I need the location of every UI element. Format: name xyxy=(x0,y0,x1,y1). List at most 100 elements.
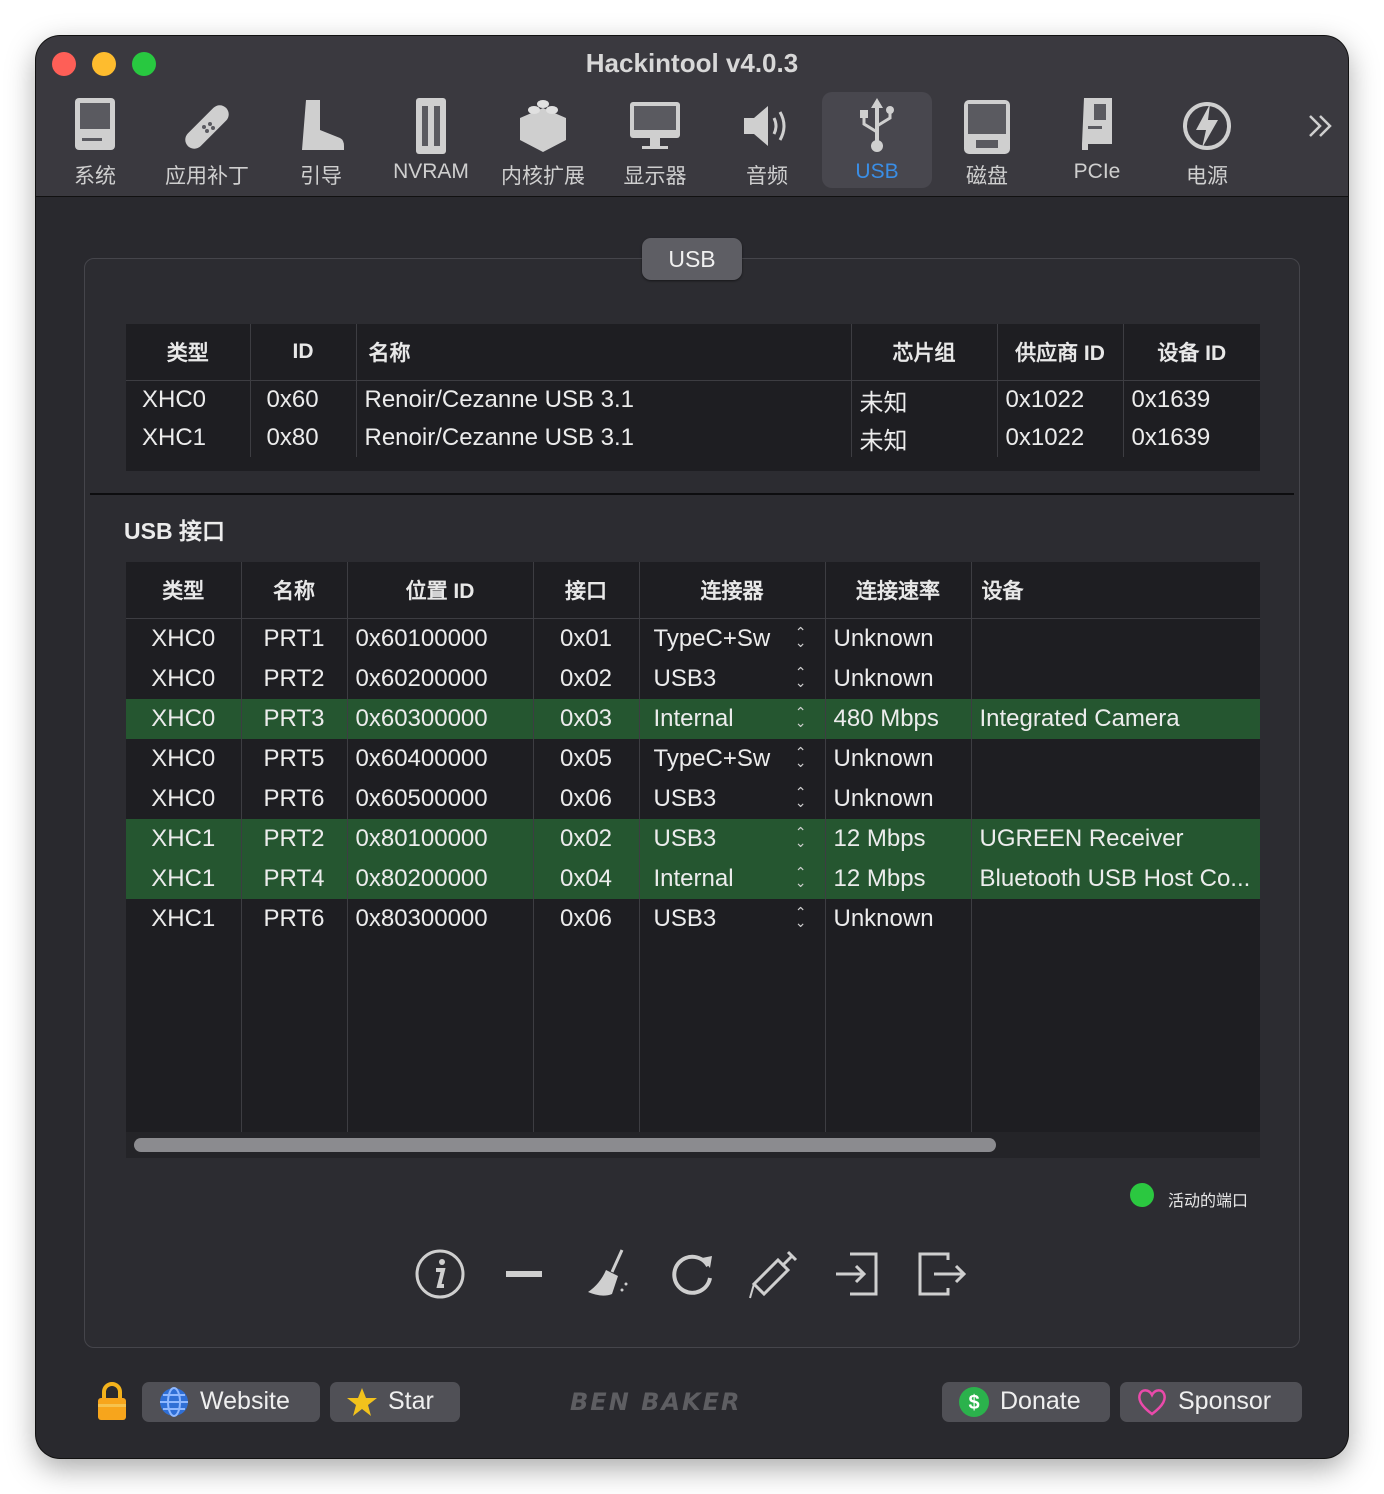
lock-icon[interactable] xyxy=(96,1380,128,1422)
table-row[interactable]: XHC0 0x60 Renoir/Cezanne USB 3.1 未知 0x10… xyxy=(126,380,1260,419)
connector-select[interactable]: USB3 ⌃ ⌄ xyxy=(638,779,825,819)
table-cell: XHC0 xyxy=(151,625,216,652)
table-row[interactable]: XHC1 0x80 Renoir/Cezanne USB 3.1 未知 0x10… xyxy=(126,419,1260,457)
website-button[interactable]: Website xyxy=(142,1382,320,1422)
table-cell: 12 Mbps xyxy=(824,819,971,859)
column-header[interactable]: 连接速率 xyxy=(824,562,971,619)
monitor-icon xyxy=(630,102,680,149)
connector-select[interactable]: USB3 ⌃ ⌄ xyxy=(638,659,825,699)
chevron-updown-icon: ⌃ ⌄ xyxy=(794,784,807,810)
syringe-icon[interactable] xyxy=(748,1248,800,1300)
table-row[interactable]: XHC0 PRT3 0x60300000 0x03 Internal ⌃ ⌄ 480 Mbps… xyxy=(126,699,1260,739)
chevron-updown-icon: ⌃ ⌄ xyxy=(794,704,807,730)
ports-table-container[interactable]: 类型 名称 位置 ID 接口 连接器 连接速率 设备 XHC0 PRT1 0x601… xyxy=(126,562,1260,1158)
table-cell: PRT4 xyxy=(240,859,347,899)
import-icon[interactable] xyxy=(832,1248,884,1300)
table-cell: Unknown xyxy=(824,618,971,659)
divider xyxy=(90,493,1294,495)
column-header[interactable]: 类型 xyxy=(126,324,250,381)
power-bolt-icon xyxy=(1183,102,1231,150)
table-row[interactable]: XHC0 PRT2 0x60200000 0x02 USB3 ⌃ ⌄ Unknown xyxy=(126,659,1260,699)
column-header[interactable]: 名称 xyxy=(355,324,851,381)
tab-boot[interactable]: 引导 xyxy=(266,92,376,188)
segment-usb[interactable]: USB xyxy=(642,238,742,280)
disk-icon xyxy=(964,100,1010,154)
tab-kext[interactable]: 内核扩展 xyxy=(488,92,598,188)
table-cell: 0x80100000 xyxy=(346,819,533,859)
table-row[interactable]: XHC0 PRT1 0x60100000 0x01 TypeC+Sw ⌃ ⌄ Unknown xyxy=(126,618,1260,659)
table-cell: XHC1 xyxy=(126,859,241,899)
info-icon[interactable] xyxy=(414,1248,466,1300)
table-row[interactable]: XHC0 PRT6 0x60500000 0x06 USB3 ⌃ ⌄ Unknown xyxy=(126,779,1260,819)
table-cell: 0x60200000 xyxy=(346,659,533,699)
chevron-double-right-icon[interactable] xyxy=(1304,110,1336,142)
section-title: USB 接口 xyxy=(124,518,225,544)
table-cell: XHC1 xyxy=(151,905,216,932)
table-cell xyxy=(970,899,1260,939)
chevron-updown-icon: ⌃ ⌄ xyxy=(794,904,807,930)
table-row[interactable]: XHC1 PRT2 0x80100000 0x02 USB3 ⌃ ⌄ 12 Mbps UGREE… xyxy=(126,819,1260,859)
column-header[interactable]: 连接器 xyxy=(638,562,825,619)
table-cell: XHC0 xyxy=(126,699,241,739)
connector-select[interactable]: USB3 ⌃ ⌄ xyxy=(638,899,825,939)
table-row[interactable]: XHC1 PRT6 0x80300000 0x06 USB3 ⌃ ⌄ Unknown xyxy=(126,899,1260,939)
tab-usb[interactable]: USB xyxy=(822,92,932,188)
table-cell: 0x05 xyxy=(532,739,639,779)
table-cell: 0x03 xyxy=(532,699,639,739)
tab-pcie[interactable]: PCIe xyxy=(1042,92,1152,188)
table-cell: XHC1 xyxy=(126,819,241,859)
table-cell: 0x06 xyxy=(532,899,639,939)
connector-select[interactable]: Internal ⌃ ⌄ xyxy=(638,699,825,739)
column-header[interactable]: 设备 xyxy=(970,562,1260,619)
table-cell: PRT2 xyxy=(240,819,347,859)
table-cell xyxy=(970,618,1260,659)
connector-value: USB3 xyxy=(653,905,717,932)
svg-text:$: $ xyxy=(968,1392,979,1414)
table-cell: 0x02 xyxy=(532,659,639,699)
table-row[interactable]: XHC1 PRT4 0x80200000 0x04 Internal ⌃ ⌄ 12 Mbps B… xyxy=(126,859,1260,899)
tab-patch[interactable]: 应用补丁 xyxy=(152,92,262,188)
donate-button[interactable]: $ Donate xyxy=(942,1382,1110,1422)
column-header[interactable]: 设备 ID xyxy=(1122,324,1260,381)
tab-display[interactable]: 显示器 xyxy=(600,92,710,188)
heart-icon xyxy=(1138,1389,1166,1416)
export-icon[interactable] xyxy=(916,1248,968,1300)
computer-icon xyxy=(75,98,115,150)
column-header[interactable]: 芯片组 xyxy=(850,324,997,381)
tab-audio[interactable]: 音频 xyxy=(712,92,822,188)
broom-icon[interactable] xyxy=(582,1248,634,1300)
connector-value: TypeC+Sw xyxy=(653,625,771,652)
column-header[interactable]: 供应商 ID xyxy=(996,324,1123,381)
star-button[interactable]: Star xyxy=(330,1382,460,1422)
connector-select[interactable]: USB3 ⌃ ⌄ xyxy=(638,819,825,859)
column-header[interactable]: 类型 xyxy=(126,562,241,619)
tab-nvram[interactable]: NVRAM xyxy=(376,92,486,188)
memory-chip-icon xyxy=(416,98,446,154)
connector-select[interactable]: Internal ⌃ ⌄ xyxy=(638,859,825,899)
column-header[interactable]: 接口 xyxy=(532,562,639,619)
tab-disk[interactable]: 磁盘 xyxy=(932,92,1042,188)
connector-select[interactable]: TypeC+Sw ⌃ ⌄ xyxy=(638,618,825,659)
column-header[interactable]: 名称 xyxy=(240,562,347,619)
connector-value: USB3 xyxy=(653,785,717,812)
connector-select[interactable]: TypeC+Sw ⌃ ⌄ xyxy=(638,739,825,779)
tab-power[interactable]: 电源 xyxy=(1152,92,1262,188)
table-cell: PRT1 xyxy=(240,618,347,659)
sponsor-button[interactable]: Sponsor xyxy=(1120,1382,1302,1422)
scrollbar-thumb[interactable] xyxy=(134,1138,996,1152)
app-window: Hackintool v4.0.3 系统 应用补丁 引导 NVRAM 内核扩展 … xyxy=(36,36,1348,1458)
chevron-updown-icon: ⌃ ⌄ xyxy=(794,744,807,770)
remove-icon[interactable] xyxy=(498,1248,550,1300)
table-cell: XHC0 xyxy=(151,665,216,692)
tab-system[interactable]: 系统 xyxy=(40,92,150,188)
boot-icon xyxy=(302,100,344,150)
table-row[interactable]: XHC0 PRT5 0x60400000 0x05 TypeC+Sw ⌃ ⌄ Unknown xyxy=(126,739,1260,779)
column-header[interactable]: 位置 ID xyxy=(346,562,533,619)
column-header[interactable]: ID xyxy=(249,324,356,381)
horizontal-scrollbar[interactable] xyxy=(126,1132,1260,1158)
table-cell: Unknown xyxy=(824,899,971,939)
globe-icon xyxy=(160,1387,188,1417)
chevron-updown-icon: ⌃ ⌄ xyxy=(794,624,807,650)
refresh-icon[interactable] xyxy=(666,1248,718,1300)
table-cell: 0x60300000 xyxy=(346,699,533,739)
